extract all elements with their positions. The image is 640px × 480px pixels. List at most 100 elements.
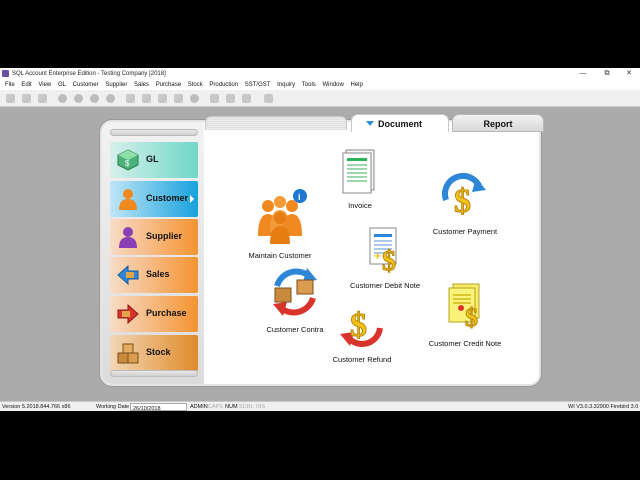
refresh-icon[interactable] <box>210 94 219 103</box>
app-window: SQL Account Enterprise Edition - Testing… <box>0 68 640 412</box>
first-record-icon[interactable] <box>58 94 67 103</box>
delete-icon[interactable] <box>158 94 167 103</box>
document-content: Invoice i Maintain Customer $ Customer P… <box>205 132 539 384</box>
customer-refund-icon: $ <box>340 307 383 347</box>
maximize-button[interactable]: ⧉ <box>598 69 616 79</box>
module-panel: $ GL Customer Supplier Sales Purchase St… <box>100 114 544 386</box>
paste-icon[interactable] <box>38 94 47 103</box>
svg-text:i: i <box>298 192 301 202</box>
svg-text:$: $ <box>125 159 130 168</box>
customer-payment-label: Customer Payment <box>432 227 498 236</box>
supplier-person-icon <box>119 227 137 248</box>
customer-refund-label: Customer Refund <box>332 355 392 364</box>
print-icon[interactable] <box>242 94 251 103</box>
menu-stock[interactable]: Stock <box>188 80 203 90</box>
menu-production[interactable]: Production <box>209 80 238 90</box>
edit-icon[interactable] <box>142 94 151 103</box>
toolbar <box>0 90 640 107</box>
menu-tools[interactable]: Tools <box>302 80 316 90</box>
customer-contra-item[interactable]: Customer Contra <box>260 264 330 334</box>
invoice-label: Invoice <box>348 201 372 210</box>
menu-file[interactable]: File <box>5 80 15 90</box>
cancel-icon[interactable] <box>190 94 199 103</box>
find-icon[interactable] <box>226 94 235 103</box>
menu-edit[interactable]: Edit <box>21 80 31 90</box>
last-record-icon[interactable] <box>106 94 115 103</box>
menu-help[interactable]: Help <box>351 80 363 90</box>
tab-bar: Document Report <box>205 114 544 132</box>
nav-customer-label: Customer <box>146 193 189 203</box>
menu-customer[interactable]: Customer <box>73 80 99 90</box>
svg-text:$: $ <box>454 183 471 220</box>
working-date-field[interactable]: 26/10/2018 <box>130 403 187 412</box>
workspace: $ GL Customer Supplier Sales Purchase St… <box>0 107 640 401</box>
save-icon[interactable] <box>174 94 183 103</box>
customer-credit-note-item[interactable]: $ Customer Credit Note <box>420 278 510 348</box>
nav-customer[interactable]: Customer <box>110 181 198 217</box>
new-icon[interactable] <box>126 94 135 103</box>
user-indicator: ADMIN <box>190 404 208 410</box>
menu-sst-gst[interactable]: SST/GST <box>245 80 271 90</box>
nav-sales-label: Sales <box>146 269 170 279</box>
module-nav: $ GL Customer Supplier Sales Purchase St… <box>102 122 204 384</box>
copy-icon[interactable] <box>22 94 31 103</box>
active-arrow-icon <box>190 195 194 203</box>
menu-window[interactable]: Window <box>322 80 343 90</box>
customer-contra-label: Customer Contra <box>266 325 324 334</box>
scrl-indicator: SCRL <box>239 404 254 410</box>
nav-supplier[interactable]: Supplier <box>110 219 198 255</box>
menu-purchase[interactable]: Purchase <box>156 80 181 90</box>
minimize-button[interactable]: — <box>574 69 592 79</box>
prev-record-icon[interactable] <box>74 94 83 103</box>
menu-supplier[interactable]: Supplier <box>105 80 127 90</box>
caps-indicator: CAPS <box>208 404 223 410</box>
customer-refund-item[interactable]: $ Customer Refund <box>322 298 402 365</box>
menu-sales[interactable]: Sales <box>134 80 149 90</box>
next-record-icon[interactable] <box>90 94 99 103</box>
maintain-customer-label: Maintain Customer <box>248 251 312 260</box>
menu-gl[interactable]: GL <box>58 80 66 90</box>
tab-report[interactable]: Report <box>452 114 544 132</box>
nav-stock[interactable]: Stock <box>110 335 198 371</box>
tab-document[interactable]: Document <box>351 114 449 132</box>
working-date-label: Working Date <box>96 404 130 410</box>
maintain-customer-item[interactable]: i Maintain Customer <box>240 188 320 260</box>
cut-icon[interactable] <box>6 94 15 103</box>
menu-view[interactable]: View <box>38 80 51 90</box>
dropdown-triangle-icon <box>366 121 374 126</box>
maintain-customer-icon: i <box>258 189 307 244</box>
menu-inquiry[interactable]: Inquiry <box>277 80 295 90</box>
status-bar: Version 5.2018.844.766 x86 Working Date … <box>0 401 640 412</box>
close-button[interactable]: ✕ <box>620 69 638 79</box>
preview-icon[interactable] <box>264 94 273 103</box>
nav-sales[interactable]: Sales <box>110 257 198 293</box>
svg-text:$: $ <box>350 307 367 344</box>
nav-stock-label: Stock <box>146 347 171 357</box>
nav-purchase[interactable]: Purchase <box>110 296 198 332</box>
customer-contra-icon <box>273 268 317 316</box>
svg-text:$: $ <box>382 246 396 276</box>
build-info: WI V3.0.3.32900 Firebird 3.0 <box>568 404 639 410</box>
customer-payment-item[interactable]: $ Customer Payment <box>430 170 500 236</box>
customer-debit-note-label: Customer Debit Note <box>349 281 421 290</box>
app-logo-icon <box>2 70 9 77</box>
title-bar: SQL Account Enterprise Edition - Testing… <box>0 68 640 80</box>
num-indicator: NUM <box>225 404 238 410</box>
nav-gl[interactable]: $ GL <box>110 142 198 178</box>
purchase-arrow-icon <box>117 303 139 325</box>
tab-document-label: Document <box>377 119 422 129</box>
version-text: Version 5.2018.844.766 x86 <box>2 404 71 410</box>
svg-text:$: $ <box>465 303 478 332</box>
menu-bar: File Edit View GL Customer Supplier Sale… <box>0 80 640 90</box>
nav-purchase-label: Purchase <box>146 308 187 318</box>
tab-strip <box>205 116 347 130</box>
scroll-up-bar[interactable] <box>110 129 198 136</box>
customer-payment-icon: $ <box>441 173 486 221</box>
tab-report-label: Report <box>483 119 513 129</box>
customer-debit-note-item[interactable]: $ + Customer Debit Note <box>345 224 425 290</box>
invoice-item[interactable]: Invoice <box>335 146 385 210</box>
invoice-icon <box>342 149 375 194</box>
customer-credit-note-label: Customer Credit Note <box>428 339 502 348</box>
scroll-down-bar[interactable] <box>110 370 198 377</box>
sales-arrow-icon <box>117 264 139 286</box>
